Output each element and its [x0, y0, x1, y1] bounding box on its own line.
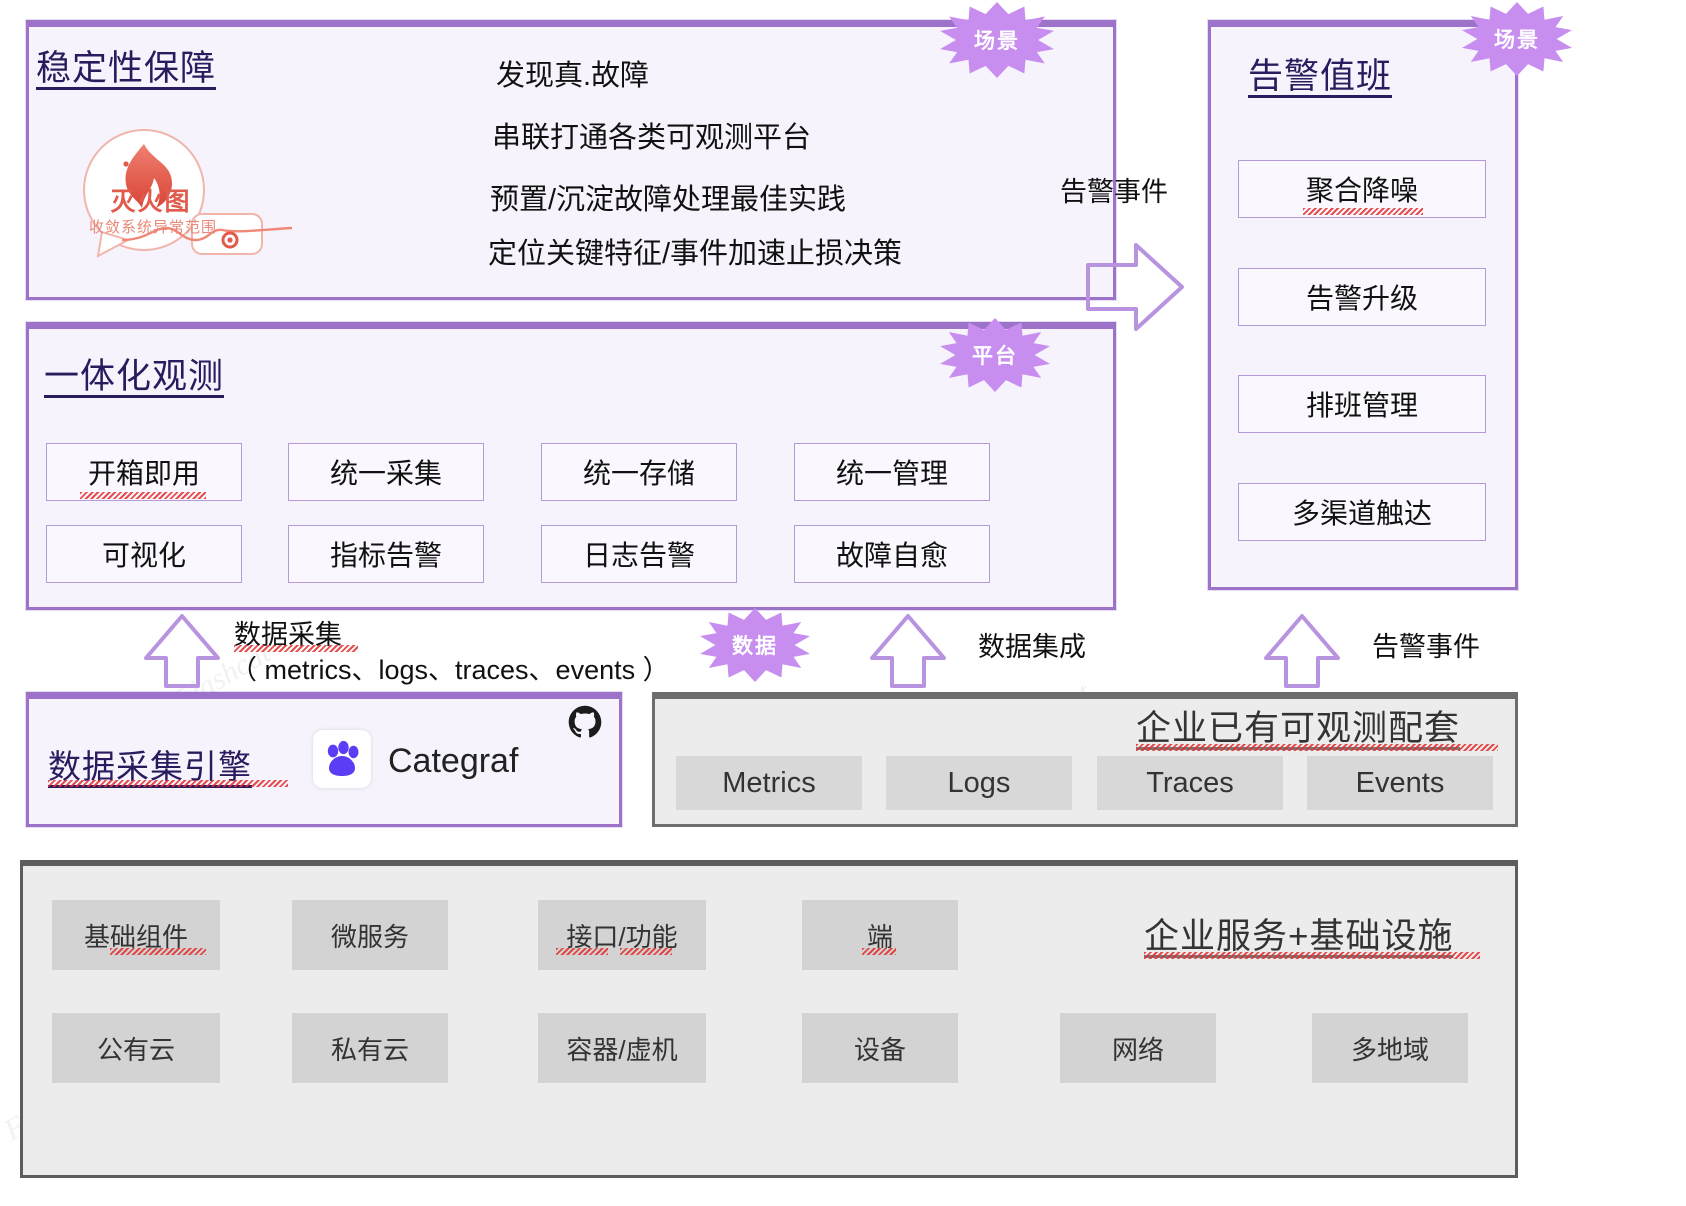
- infra-cell[interactable]: 网络: [1060, 1013, 1216, 1083]
- spell-underline: [80, 492, 206, 499]
- infra-cell[interactable]: 微服务: [292, 900, 448, 970]
- arrow-right-alert-event: [1082, 235, 1192, 350]
- stability-bullet: 发现真.故障: [496, 52, 649, 94]
- stability-bullet: 预置/沉淀故障处理最佳实践: [490, 176, 846, 218]
- existing-cell[interactable]: Traces: [1097, 756, 1283, 810]
- infra-cell[interactable]: 多地域: [1312, 1013, 1468, 1083]
- categraf-logo: [313, 730, 371, 788]
- badge-data: 数据: [700, 608, 810, 682]
- observability-cell[interactable]: 可视化: [46, 525, 242, 583]
- arrow-up-data-collect: [142, 612, 222, 695]
- observability-cell[interactable]: 统一存储: [541, 443, 737, 501]
- existing-cell[interactable]: Metrics: [676, 756, 862, 810]
- infra-cell[interactable]: 公有云: [52, 1013, 220, 1083]
- infra-cell[interactable]: 端: [802, 900, 958, 970]
- stability-bullet: 串联打通各类可观测平台: [492, 114, 811, 156]
- observability-cell[interactable]: 故障自愈: [794, 525, 990, 583]
- spell-underline: [1303, 208, 1423, 215]
- spell-underline: [110, 948, 206, 955]
- observability-cell[interactable]: 日志告警: [541, 525, 737, 583]
- alerting-cell[interactable]: 排班管理: [1238, 375, 1486, 433]
- observability-cell[interactable]: 指标告警: [288, 525, 484, 583]
- infra-cell[interactable]: 容器/虚机: [538, 1013, 706, 1083]
- arrow-label-data-integration: 数据集成: [978, 625, 1086, 664]
- categraf-label: Categraf: [388, 742, 518, 781]
- arrow-up-alert-event: [1262, 612, 1342, 695]
- stability-panel-title: 稳定性保障: [36, 40, 216, 91]
- infra-cell[interactable]: 设备: [802, 1013, 958, 1083]
- spell-underline: [556, 948, 608, 955]
- spell-underline: [620, 948, 672, 955]
- stability-bullet: 定位关键特征/事件加速止损决策: [488, 230, 902, 272]
- spell-underline: [862, 948, 896, 955]
- spell-underline: [48, 780, 288, 787]
- infra-cell[interactable]: 基础组件: [52, 900, 220, 970]
- arrow-label-alert-event-bottom: 告警事件: [1372, 625, 1480, 664]
- diagram-canvas: Flashcat Flashcat Flashcat Flashcat Flas…: [0, 0, 1686, 1206]
- github-icon[interactable]: [568, 705, 602, 744]
- arrow-label-alert-event: 告警事件: [1060, 170, 1168, 209]
- fire-logo-tagline: 收敛系统异常范围: [70, 216, 236, 237]
- observability-cell[interactable]: 统一采集: [288, 443, 484, 501]
- infra-cell[interactable]: 接口/功能: [538, 900, 706, 970]
- alerting-cell[interactable]: 多渠道触达: [1238, 483, 1486, 541]
- existing-cell[interactable]: Logs: [886, 756, 1072, 810]
- arrow-label-data-collect-sub: （ metrics、logs、traces、events ）: [230, 648, 670, 687]
- infra-cell[interactable]: 私有云: [292, 1013, 448, 1083]
- spell-underline: [1136, 744, 1498, 751]
- spell-underline: [1144, 952, 1480, 959]
- arrow-up-data-integration: [868, 612, 948, 695]
- existing-cell[interactable]: Events: [1307, 756, 1493, 810]
- alerting-cell[interactable]: 告警升级: [1238, 268, 1486, 326]
- observability-panel-title: 一体化观测: [44, 348, 224, 399]
- observability-cell[interactable]: 统一管理: [794, 443, 990, 501]
- fire-logo-name: 灭火图: [96, 182, 206, 218]
- alerting-panel-title: 告警值班: [1248, 48, 1392, 99]
